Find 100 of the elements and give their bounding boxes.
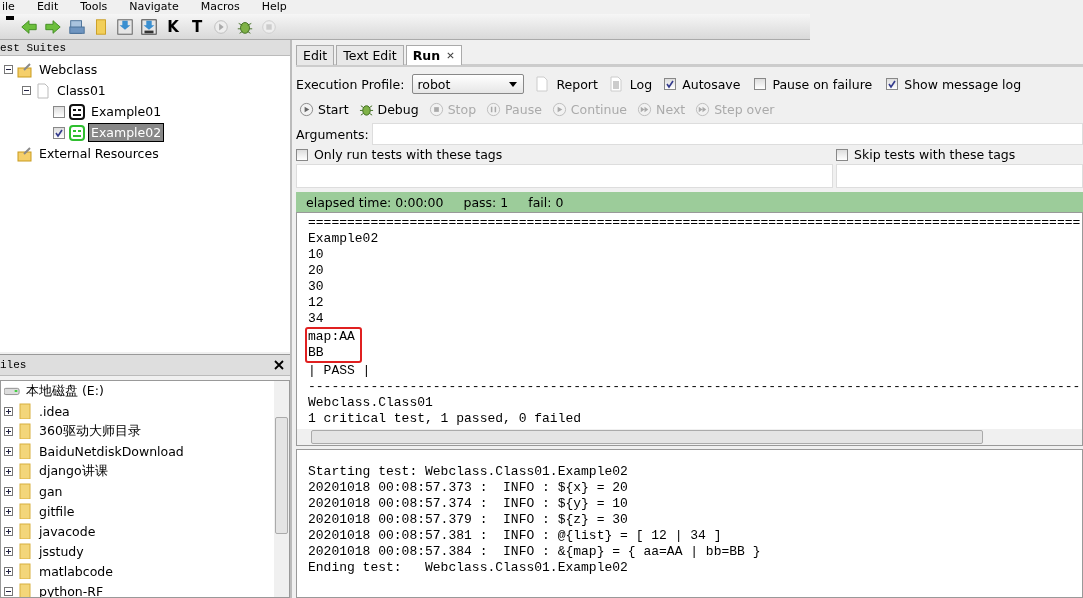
scrollbar[interactable] xyxy=(297,429,1082,445)
arguments-field[interactable] xyxy=(371,123,1083,145)
scrollbar[interactable] xyxy=(274,381,289,597)
checkbox[interactable] xyxy=(886,78,899,90)
output-line: 30 xyxy=(308,279,325,295)
tree-item[interactable]: BaiduNetdiskDownload xyxy=(37,442,186,460)
tree-item[interactable]: Class01 xyxy=(55,82,108,99)
run-control-button[interactable]: Start xyxy=(296,101,354,117)
tree-item[interactable]: 本地磁盘 (E:) xyxy=(24,381,106,401)
tree-item[interactable]: External Resources xyxy=(37,145,161,162)
tree-expander[interactable] xyxy=(4,426,13,436)
output-line: map:AA xyxy=(308,329,355,345)
tree-item[interactable]: Example02 xyxy=(89,124,164,141)
output-line: 10 xyxy=(308,247,325,263)
log-line: Ending test: Webclass.Class01.Example02 xyxy=(308,560,629,576)
file-icon xyxy=(35,82,51,99)
run-control-button[interactable]: Debug xyxy=(355,101,424,117)
play-icon xyxy=(551,101,567,117)
save-all-icon[interactable] xyxy=(140,17,158,36)
tree-item[interactable]: Webclass xyxy=(37,61,100,78)
tab[interactable]: Run xyxy=(405,45,463,65)
tree-expander[interactable] xyxy=(4,65,13,74)
search-letter-icon[interactable]: T xyxy=(188,17,206,36)
tree-item[interactable]: gan xyxy=(37,482,65,500)
link-button[interactable]: Log xyxy=(629,76,653,92)
log-line: Starting test: Webclass.Class01.Example02 xyxy=(308,464,629,480)
log-line: 20201018 00:08:57.381 : INFO : @{list} = [ 12 | 34 ] xyxy=(308,528,723,544)
tree-item[interactable]: django讲课 xyxy=(37,461,110,481)
search-letter-icon[interactable]: K xyxy=(164,17,182,36)
fast-forward-icon xyxy=(695,101,711,117)
tree-expander[interactable] xyxy=(22,86,31,95)
tab[interactable]: Text Edit xyxy=(336,45,404,65)
output-line: | PASS | xyxy=(308,363,372,379)
play-icon xyxy=(299,101,314,117)
tree-expander[interactable] xyxy=(4,526,13,536)
checkbox[interactable] xyxy=(664,78,677,90)
tab[interactable]: Edit xyxy=(296,45,335,65)
checkbox-label: Only run tests with these tags xyxy=(314,147,503,162)
checkbox[interactable] xyxy=(53,126,65,139)
tree-item[interactable]: .idea xyxy=(37,402,72,420)
tree-item[interactable]: javacode xyxy=(37,522,98,540)
tree-expander[interactable] xyxy=(4,406,13,416)
output-line: 1 critical test, 1 passed, 0 failed xyxy=(308,411,583,427)
tree-item[interactable]: Example01 xyxy=(89,103,164,120)
checkbox-label: Show message log xyxy=(904,76,1022,92)
close-icon[interactable] xyxy=(446,51,456,60)
pause-icon xyxy=(486,101,502,117)
tree-item[interactable]: 360驱动大师目录 xyxy=(37,421,143,441)
fast-forward-icon xyxy=(637,101,653,117)
menu-item[interactable]: Tools xyxy=(80,0,108,14)
tree-expander[interactable] xyxy=(4,506,13,516)
output-line: Webclass.Class01 xyxy=(308,395,434,411)
forward-arrow-icon[interactable] xyxy=(44,17,62,36)
back-arrow-icon[interactable] xyxy=(20,17,38,36)
status-text: fail: 0 xyxy=(528,194,564,210)
save-icon[interactable] xyxy=(116,17,134,36)
status-text: pass: 1 xyxy=(463,194,509,210)
folder-wrench-icon xyxy=(17,145,33,162)
output-line: 20 xyxy=(308,263,325,279)
menu-item[interactable]: Navigate xyxy=(129,0,179,14)
folder-wrench-icon xyxy=(17,61,33,78)
checkbox[interactable] xyxy=(836,148,848,161)
checkbox-label: Autosave xyxy=(682,76,741,92)
log-line: 20201018 00:08:57.379 : INFO : ${z} = 30 xyxy=(308,512,629,528)
panel-header: iles xyxy=(0,359,27,371)
checkbox[interactable] xyxy=(296,148,308,161)
output-line: BB xyxy=(308,345,325,361)
tags-field[interactable] xyxy=(836,164,1083,188)
tree-expander[interactable] xyxy=(4,546,13,556)
stop-icon xyxy=(428,101,444,117)
tree-item[interactable]: matlabcode xyxy=(37,562,115,580)
field-label: Arguments: xyxy=(296,126,369,142)
checkbox[interactable] xyxy=(53,105,65,118)
log-line: 20201018 00:08:57.384 : INFO : &{map} = { aa=AA | bb=BB } xyxy=(308,544,762,560)
document-icon xyxy=(609,76,622,92)
tree-expander[interactable] xyxy=(4,566,13,576)
tree-expander[interactable] xyxy=(4,466,13,476)
menu-item[interactable]: ile xyxy=(2,0,15,14)
tags-field[interactable] xyxy=(296,164,833,188)
menu-item[interactable]: Edit xyxy=(36,0,59,14)
checkbox-label: Pause on failure xyxy=(772,76,873,92)
tree-expander[interactable] xyxy=(4,486,13,496)
status-text: elapsed time: 0:00:00 xyxy=(306,194,444,210)
tree-item[interactable]: gitfile xyxy=(37,502,77,520)
menu-item[interactable]: Macros xyxy=(200,0,240,14)
tree-item[interactable]: jsstudy xyxy=(37,542,86,560)
output-line: Example02 xyxy=(308,231,380,247)
log-line: 20201018 00:08:57.374 : INFO : ${y} = 10 xyxy=(308,496,629,512)
checkbox[interactable] xyxy=(754,78,767,90)
menu-item[interactable]: Help xyxy=(261,0,287,14)
printer-icon[interactable] xyxy=(68,17,86,36)
tree-expander[interactable] xyxy=(4,446,13,456)
tree-expander[interactable] xyxy=(4,586,13,596)
output-line: --------------------------------------------------------------------------------------------------- xyxy=(308,379,1082,395)
link-button[interactable]: Report xyxy=(556,76,598,92)
log-line: 20201018 00:08:57.373 : INFO : ${x} = 20 xyxy=(308,480,629,496)
profile-dropdown[interactable]: robot xyxy=(412,74,525,94)
close-icon[interactable] xyxy=(274,360,284,370)
document-icon xyxy=(536,76,549,92)
field-label: Execution Profile: xyxy=(296,76,405,92)
